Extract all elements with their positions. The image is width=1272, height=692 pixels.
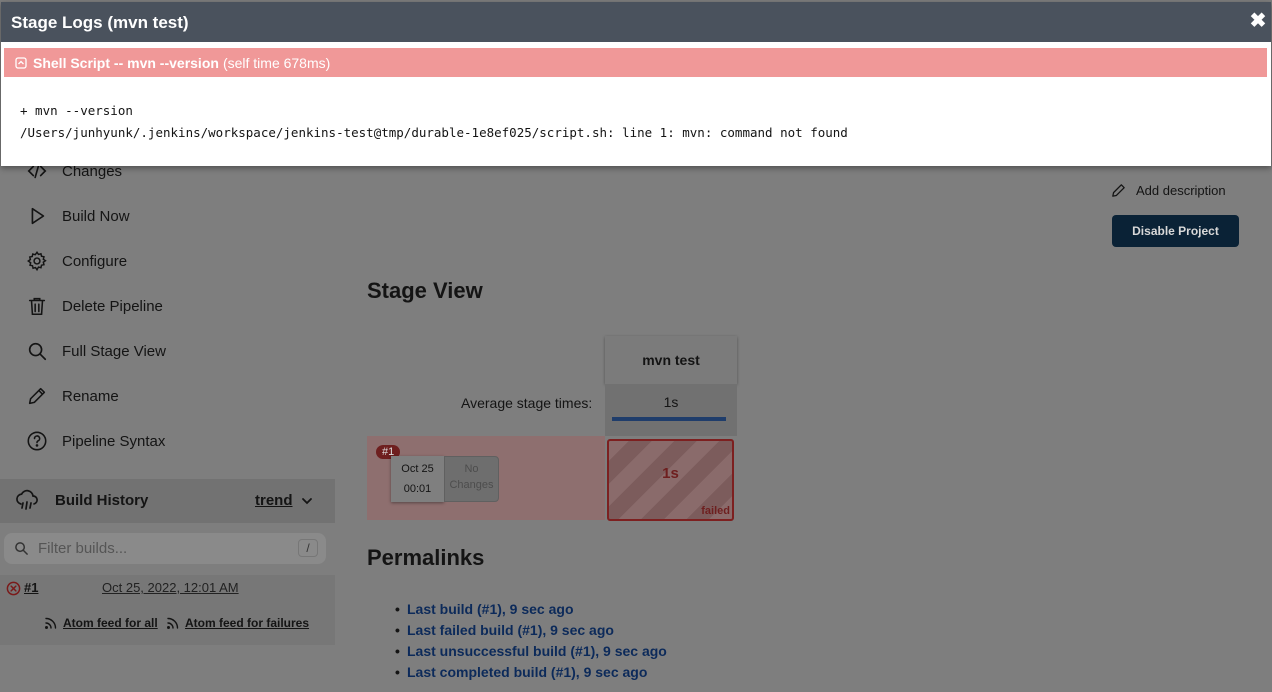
collapse-icon[interactable] [15,56,27,69]
sidebar-item-configure[interactable]: Configure [26,246,127,276]
run-changes[interactable]: No Changes [444,456,499,502]
disable-project-button[interactable]: Disable Project [1112,215,1239,247]
step-name: Shell Script -- mvn --version [33,54,219,71]
stage-duration: 1s [662,465,679,482]
pencil-icon [28,387,46,405]
permalink-last-unsuccessful-build[interactable]: Last unsuccessful build (#1), 9 sec ago [395,642,667,663]
log-line: + mvn --version [20,103,133,118]
rss-icon [167,617,179,629]
build-history-title: Build History [55,492,149,509]
filter-builds-input[interactable]: Filter builds... / [4,533,326,564]
atom-feed-failures-label: Atom feed for failures [185,616,310,630]
cloud-rain-icon [16,489,38,510]
stage-result-cell[interactable]: 1s failed [607,439,734,521]
sidebar-item-pipeline-syntax[interactable]: Pipeline Syntax [26,426,165,456]
sidebar-item-build-now[interactable]: Build Now [26,201,130,231]
help-icon [27,431,47,451]
add-description-link[interactable]: Add description [1110,182,1226,199]
log-line: /Users/junhyunk/.jenkins/workspace/jenki… [20,125,848,140]
average-time-value: 1s [663,394,679,410]
modal-title: Stage Logs (mvn test) [11,13,189,32]
failed-status-icon [6,581,21,596]
permalink-last-completed-build[interactable]: Last completed build (#1), 9 sec ago [395,663,667,684]
add-description-label: Add description [1136,183,1226,198]
sidebar-item-rename[interactable]: Rename [26,381,119,411]
gear-icon [27,251,47,272]
sidebar-item-delete-pipeline[interactable]: Delete Pipeline [26,291,163,321]
average-stage-times-label: Average stage times: [461,395,593,411]
modal-header: Stage Logs (mvn test) ✖ [1,2,1271,42]
permalink-last-build[interactable]: Last build (#1), 9 sec ago [395,600,667,621]
build-history-header: Build History trend [0,479,335,523]
average-stage-time: 1s [605,384,737,436]
filter-placeholder: Filter builds... [38,540,128,557]
rss-icon [45,617,57,629]
stage-logs-modal: Stage Logs (mvn test) ✖ Shell Script -- … [1,2,1271,166]
search-icon [15,542,28,555]
pencil-icon [1112,184,1125,197]
play-icon [31,207,45,225]
atom-feed-failures-link[interactable]: Atom feed for failures [166,616,309,630]
step-self-time: (self time 678ms) [222,54,331,71]
run-date: Oct 25 [401,463,434,475]
permalink-last-failed-build[interactable]: Last failed build (#1), 9 sec ago [395,621,667,642]
build-history-row[interactable]: #1 Oct 25, 2022, 12:01 AM Atom feed for … [0,575,335,645]
stage-view-title: Stage View [367,278,483,303]
chevron-down-icon[interactable] [300,494,314,508]
sidebar-item-label: Rename [62,387,119,405]
sidebar-item-label: Configure [62,252,128,270]
sidebar-item-full-stage-view[interactable]: Full Stage View [26,336,166,366]
build-date-link[interactable]: Oct 25, 2022, 12:01 AM [102,580,239,595]
log-step-header[interactable]: Shell Script -- mvn --version (self time… [4,48,1267,77]
log-output: + mvn --version/Users/junhyunk/.jenkins/… [20,100,848,144]
trash-icon [28,297,46,316]
average-time-bar [612,417,726,421]
search-icon [28,342,47,361]
run-date-card: Oct 25 00:01 [391,456,444,502]
atom-feed-all-label: Atom feed for all [63,616,158,630]
sidebar-item-label: Build Now [62,207,130,225]
sidebar-item-label: Delete Pipeline [62,297,163,315]
sidebar-item-label: Pipeline Syntax [62,432,166,450]
build-number-link[interactable]: #1 [24,580,38,595]
stage-status: failed [701,505,730,517]
trend-link[interactable]: trend [255,492,293,509]
run-time: 00:01 [403,483,432,495]
close-icon[interactable]: ✖ [1247,10,1269,32]
sidebar-item-label: Full Stage View [62,342,166,360]
stage-column-header: mvn test [605,336,737,384]
atom-feed-all-link[interactable]: Atom feed for all [44,616,158,630]
keyboard-shortcut-hint: / [298,539,318,557]
permalinks-title: Permalinks [367,545,485,570]
permalinks-list: Last build (#1), 9 sec ago Last failed b… [395,600,667,684]
